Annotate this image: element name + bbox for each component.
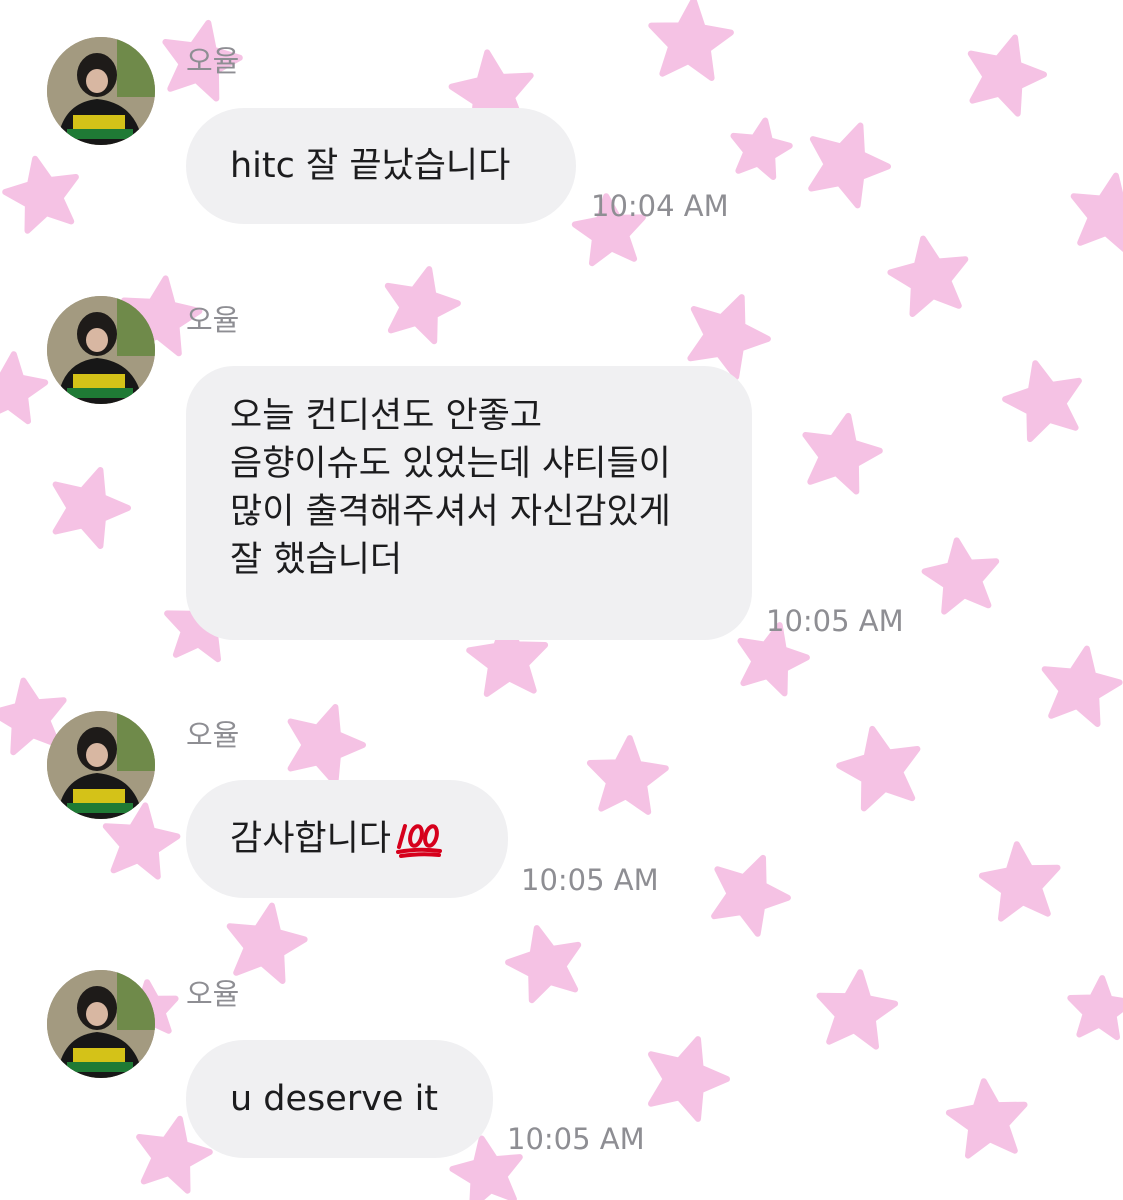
message-timestamp: 10:05 AM	[507, 1122, 645, 1156]
message-row: 오율 u deserve it 10:05 AM	[0, 0, 1123, 1170]
sender-name: 오율	[186, 977, 240, 1011]
message-bubble[interactable]: u deserve it	[186, 1040, 493, 1158]
avatar[interactable]	[47, 970, 155, 1078]
message-text: u deserve it	[230, 1079, 439, 1119]
avatar-photo-icon	[47, 970, 155, 1078]
